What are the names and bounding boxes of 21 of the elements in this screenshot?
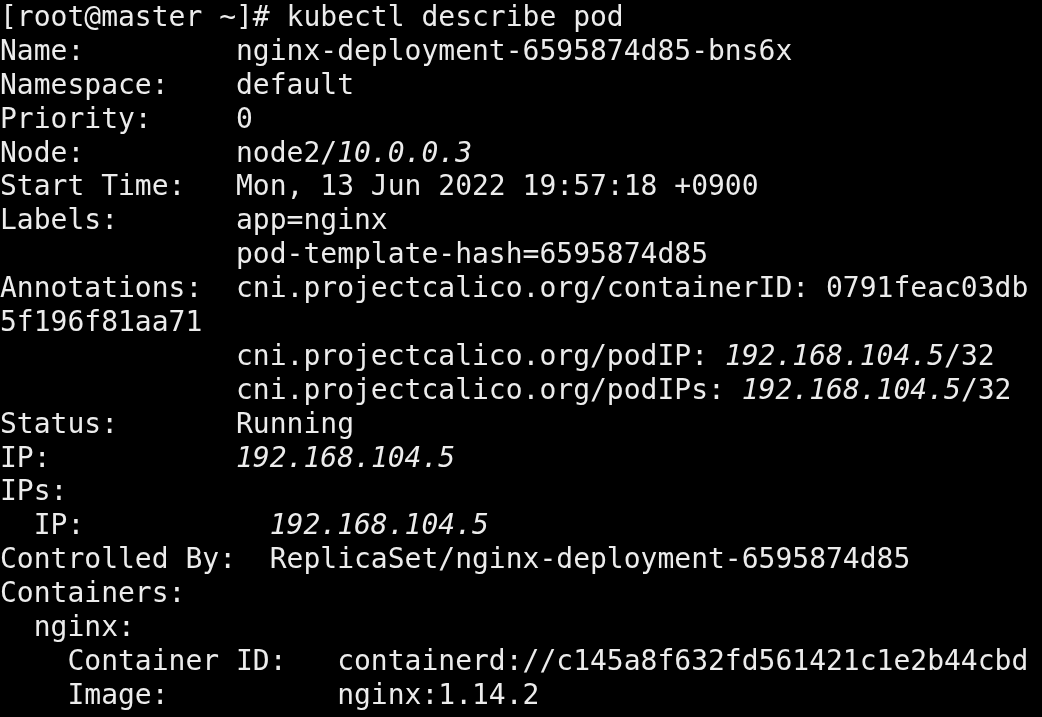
terminal-line: pod-template-hash=6595874d85 bbox=[235, 237, 708, 272]
terminal-line: Start Time: Mon, 13 Jun 2022 19:57:18 +0900 bbox=[0, 169, 759, 204]
terminal-line: Namespace: default bbox=[0, 67, 354, 102]
terminal-line: Node: node2/10.0.0.3 bbox=[0, 135, 472, 170]
terminal-line: Containers: bbox=[0, 576, 186, 611]
terminal-line: Annotations: cni.projectcalico.org/containerID: 0791feac03db bbox=[0, 271, 1029, 305]
terminal-line: IPs: bbox=[0, 474, 68, 509]
terminal-line: [root@master ~]# kubectl describe pod bbox=[0, 0, 624, 34]
terminal-line: Priority: 0 bbox=[0, 101, 253, 136]
terminal-line: Image: nginx:1.14.2 bbox=[66, 677, 540, 712]
terminal-line: Name: nginx-deployment-6595874d85-bns6x bbox=[0, 33, 793, 68]
terminal-line: IP: 192.168.104.5 bbox=[0, 440, 456, 475]
terminal-line: 5f196f81aa71 bbox=[0, 305, 203, 339]
terminal-line: Container ID: containerd://c145a8f632fd561421c1e2b44cbd bbox=[66, 643, 1029, 678]
terminal-line: Labels: app=nginx bbox=[0, 203, 388, 238]
terminal-line: cni.projectcalico.org/podIPs: 192.168.104.5/32 bbox=[235, 372, 1012, 407]
terminal-line: nginx: bbox=[32, 610, 135, 644]
terminal-line: Controlled By: ReplicaSet/nginx-deployment-6595874d85 bbox=[0, 542, 911, 577]
terminal-line: IP: 192.168.104.5 bbox=[32, 508, 489, 543]
terminal-line: Status: Running bbox=[0, 406, 354, 441]
terminal-line: cni.projectcalico.org/podIP: 192.168.104.5/32 bbox=[235, 338, 995, 373]
